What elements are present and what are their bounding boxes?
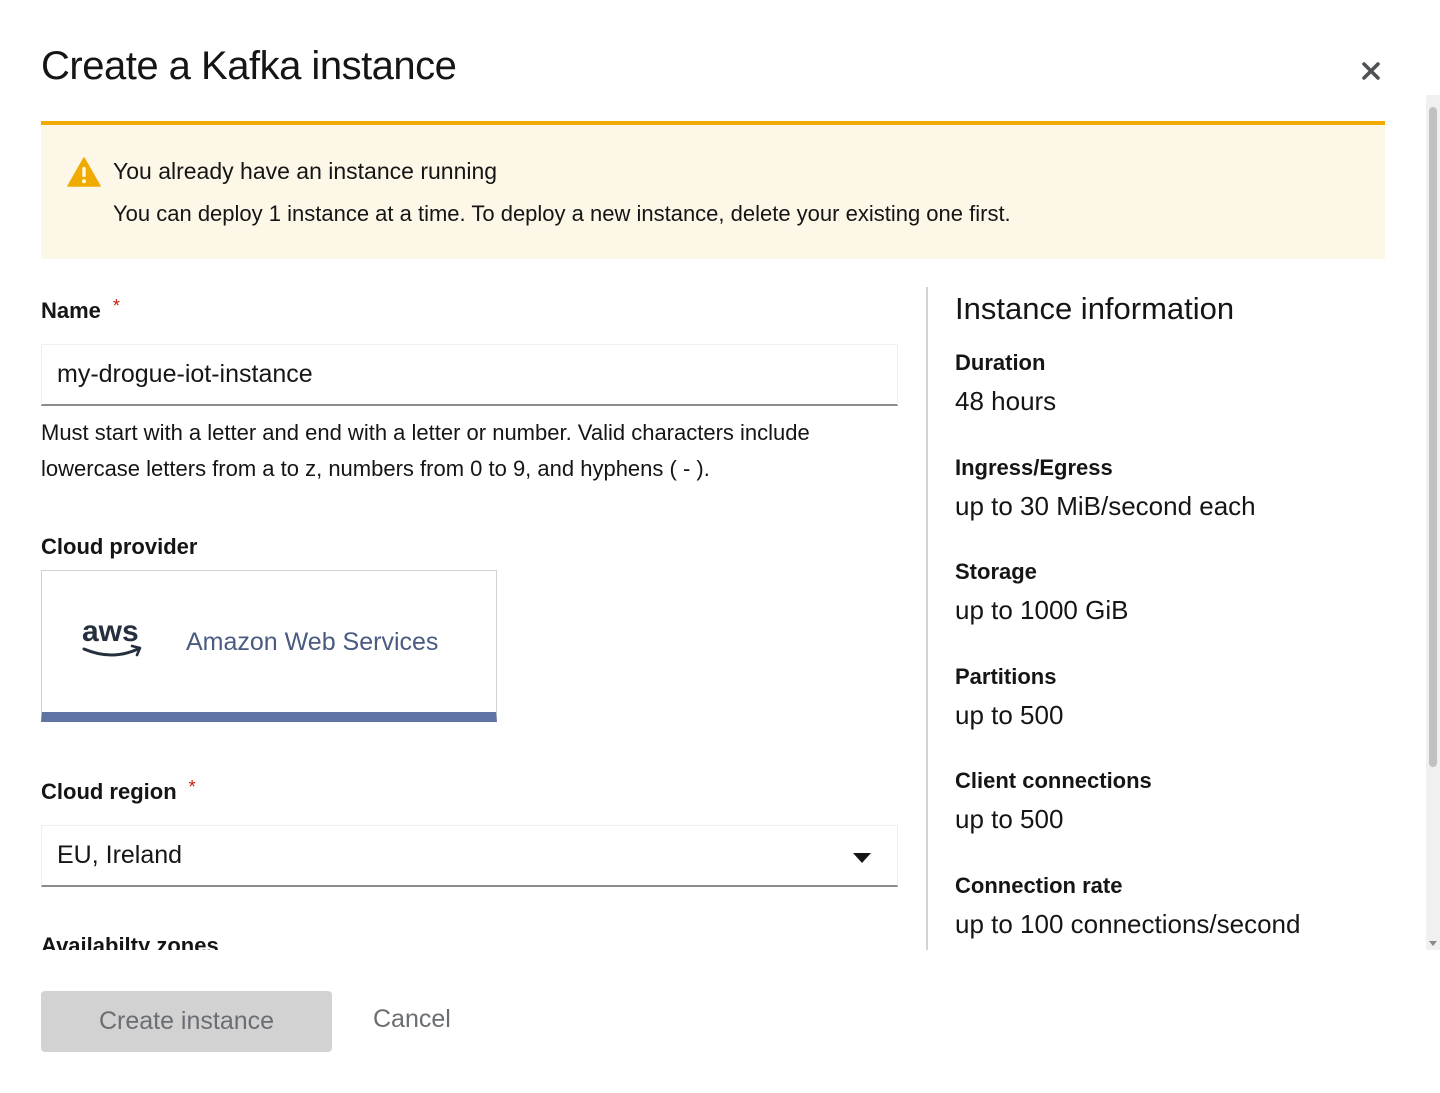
name-helper-text: Must start with a letter and end with a … — [41, 415, 901, 487]
info-value-connection-rate: up to 100 connections/second — [955, 909, 1301, 939]
close-icon — [1362, 62, 1380, 80]
column-divider — [926, 287, 928, 950]
provider-name: Amazon Web Services — [186, 628, 439, 656]
caret-down-icon — [853, 853, 871, 863]
modal-footer: Create instance Cancel — [0, 950, 1440, 1093]
info-term-client-connections: Client connections — [955, 768, 1152, 793]
cloud-provider-label: Cloud provider — [41, 534, 198, 559]
create-instance-button[interactable]: Create instance — [41, 991, 332, 1052]
info-term-duration: Duration — [955, 350, 1046, 375]
aws-logo: aws — [80, 611, 146, 666]
availability-zones-label: Availabilty zones — [41, 933, 219, 950]
helper-line-2: lowercase letters from a to z, numbers f… — [41, 456, 710, 481]
info-value-ingress-egress: up to 30 MiB/second each — [955, 491, 1256, 521]
modal-body[interactable]: You already have an instance running You… — [0, 95, 1440, 950]
instance-info-title: Instance information — [955, 291, 1235, 326]
info-term-partitions: Partitions — [955, 664, 1057, 689]
info-term-ingress-egress: Ingress/Egress — [955, 455, 1113, 480]
scroll-down-icon[interactable] — [1429, 941, 1437, 946]
warning-alert: You already have an instance running You… — [41, 121, 1385, 259]
warning-triangle-icon — [67, 157, 101, 187]
scrollbar[interactable] — [1426, 95, 1440, 950]
name-label: Name * — [41, 296, 120, 324]
modal-title: Create a Kafka instance — [41, 44, 457, 88]
alert-title: You already have an instance running — [113, 158, 498, 184]
info-value-duration: 48 hours — [955, 386, 1057, 416]
name-input[interactable]: my-drogue-iot-instance — [41, 344, 898, 406]
info-term-connection-rate: Connection rate — [955, 873, 1123, 898]
required-mark: * — [112, 296, 120, 316]
cloud-region-label: Cloud region * — [41, 777, 196, 805]
info-term-storage: Storage — [955, 559, 1037, 584]
scrollbar-thumb[interactable] — [1429, 107, 1437, 767]
cloud-region-value: EU, Ireland — [57, 841, 183, 869]
aws-logo-text: aws — [82, 615, 139, 648]
info-value-client-connections: up to 500 — [955, 804, 1064, 834]
close-button[interactable] — [1356, 56, 1386, 86]
required-mark: * — [188, 777, 196, 797]
cancel-button[interactable]: Cancel — [373, 1005, 451, 1034]
alert-description: You can deploy 1 instance at a time. To … — [113, 201, 1011, 226]
provider-tile-aws[interactable]: aws Amazon Web Services — [41, 570, 497, 722]
info-value-storage: up to 1000 GiB — [955, 595, 1129, 625]
helper-line-1: Must start with a letter and end with a … — [41, 420, 810, 445]
cloud-region-select[interactable]: EU, Ireland — [41, 825, 898, 887]
cloud-region-label-text: Cloud region — [41, 779, 177, 804]
info-value-partitions: up to 500 — [955, 700, 1064, 730]
name-label-text: Name — [41, 298, 101, 323]
